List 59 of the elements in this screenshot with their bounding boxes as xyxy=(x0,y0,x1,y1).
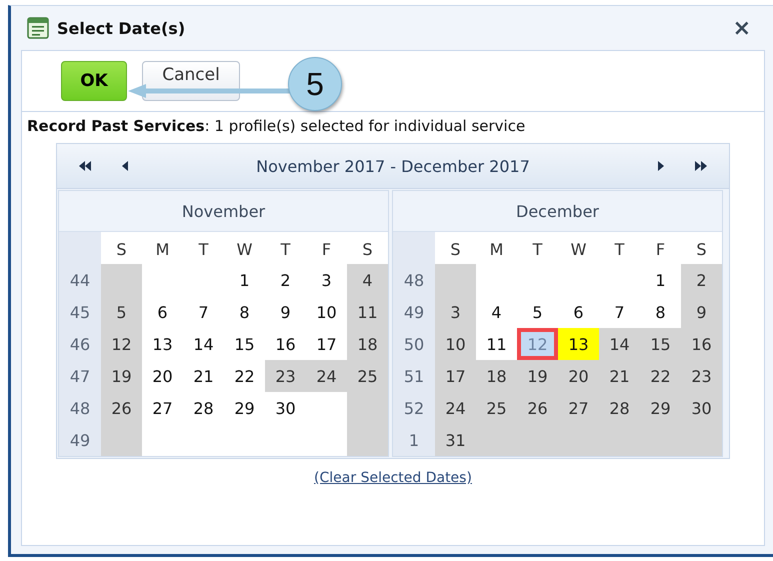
day-cell[interactable]: 13 xyxy=(558,328,599,360)
week-number: 45 xyxy=(59,296,101,328)
day-cell: 18 xyxy=(476,360,517,392)
day-cell: 22 xyxy=(640,360,681,392)
day-cell: 14 xyxy=(599,328,640,360)
week-number: 51 xyxy=(393,360,435,392)
week-number: 49 xyxy=(393,296,435,328)
day-cell: 9 xyxy=(681,296,722,328)
info-text: Record Past Services: 1 profile(s) selected for individual service xyxy=(26,116,526,137)
day-cell: 20 xyxy=(558,360,599,392)
day-cell: 23 xyxy=(681,360,722,392)
date-range-title: November 2017 - December 2017 xyxy=(255,156,531,176)
week-number: 52 xyxy=(393,392,435,424)
clear-dates-link[interactable]: (Clear Selected Dates) xyxy=(314,470,472,486)
day-cell: 26 xyxy=(517,392,558,424)
day-cell: 5 xyxy=(101,296,142,328)
calendar-form-icon xyxy=(27,17,49,39)
day-cell: 29 xyxy=(640,392,681,424)
header-corner xyxy=(59,232,101,267)
close-button[interactable]: × xyxy=(732,16,765,40)
week-number: 50 xyxy=(393,328,435,360)
week-number: 1 xyxy=(393,424,435,456)
day-cell: 25 xyxy=(347,360,388,392)
day-cell: 28 xyxy=(599,392,640,424)
day-cell: 30 xyxy=(681,392,722,424)
day-cell: 10 xyxy=(435,328,476,360)
week-number: 48 xyxy=(393,264,435,296)
week-number: 47 xyxy=(59,360,101,392)
day-cell: 27 xyxy=(558,392,599,424)
day-cell: 17 xyxy=(435,360,476,392)
ok-button[interactable]: OK xyxy=(61,61,127,101)
day-cell: 31 xyxy=(435,424,476,456)
day-cell: 3 xyxy=(435,296,476,328)
week-number: 48 xyxy=(59,392,101,424)
day-cell: 12 xyxy=(101,328,142,360)
header-corner xyxy=(393,232,435,267)
window-title: Select Date(s) xyxy=(57,18,186,38)
week-number: 49 xyxy=(59,424,101,456)
day-cell: 25 xyxy=(476,392,517,424)
day-cell: 26 xyxy=(101,392,142,424)
day-cell: 2 xyxy=(681,264,722,296)
week-number: 46 xyxy=(59,328,101,360)
double-right-triangle-icon xyxy=(695,161,707,171)
day-cell: 24 xyxy=(306,360,347,392)
left-triangle-icon xyxy=(122,161,128,171)
callout-badge: 5 xyxy=(288,57,342,111)
day-cell: 18 xyxy=(347,328,388,360)
day-cell: 4 xyxy=(347,264,388,296)
double-left-triangle-icon xyxy=(79,161,91,171)
day-cell: 23 xyxy=(265,360,306,392)
day-cell: 24 xyxy=(435,392,476,424)
day-cell: 15 xyxy=(640,328,681,360)
day-cell: 19 xyxy=(101,360,142,392)
day-cell: 21 xyxy=(599,360,640,392)
right-triangle-icon xyxy=(658,161,664,171)
week-number: 44 xyxy=(59,264,101,296)
day-cell: 16 xyxy=(681,328,722,360)
day-cell: 11 xyxy=(347,296,388,328)
day-cell: 19 xyxy=(517,360,558,392)
